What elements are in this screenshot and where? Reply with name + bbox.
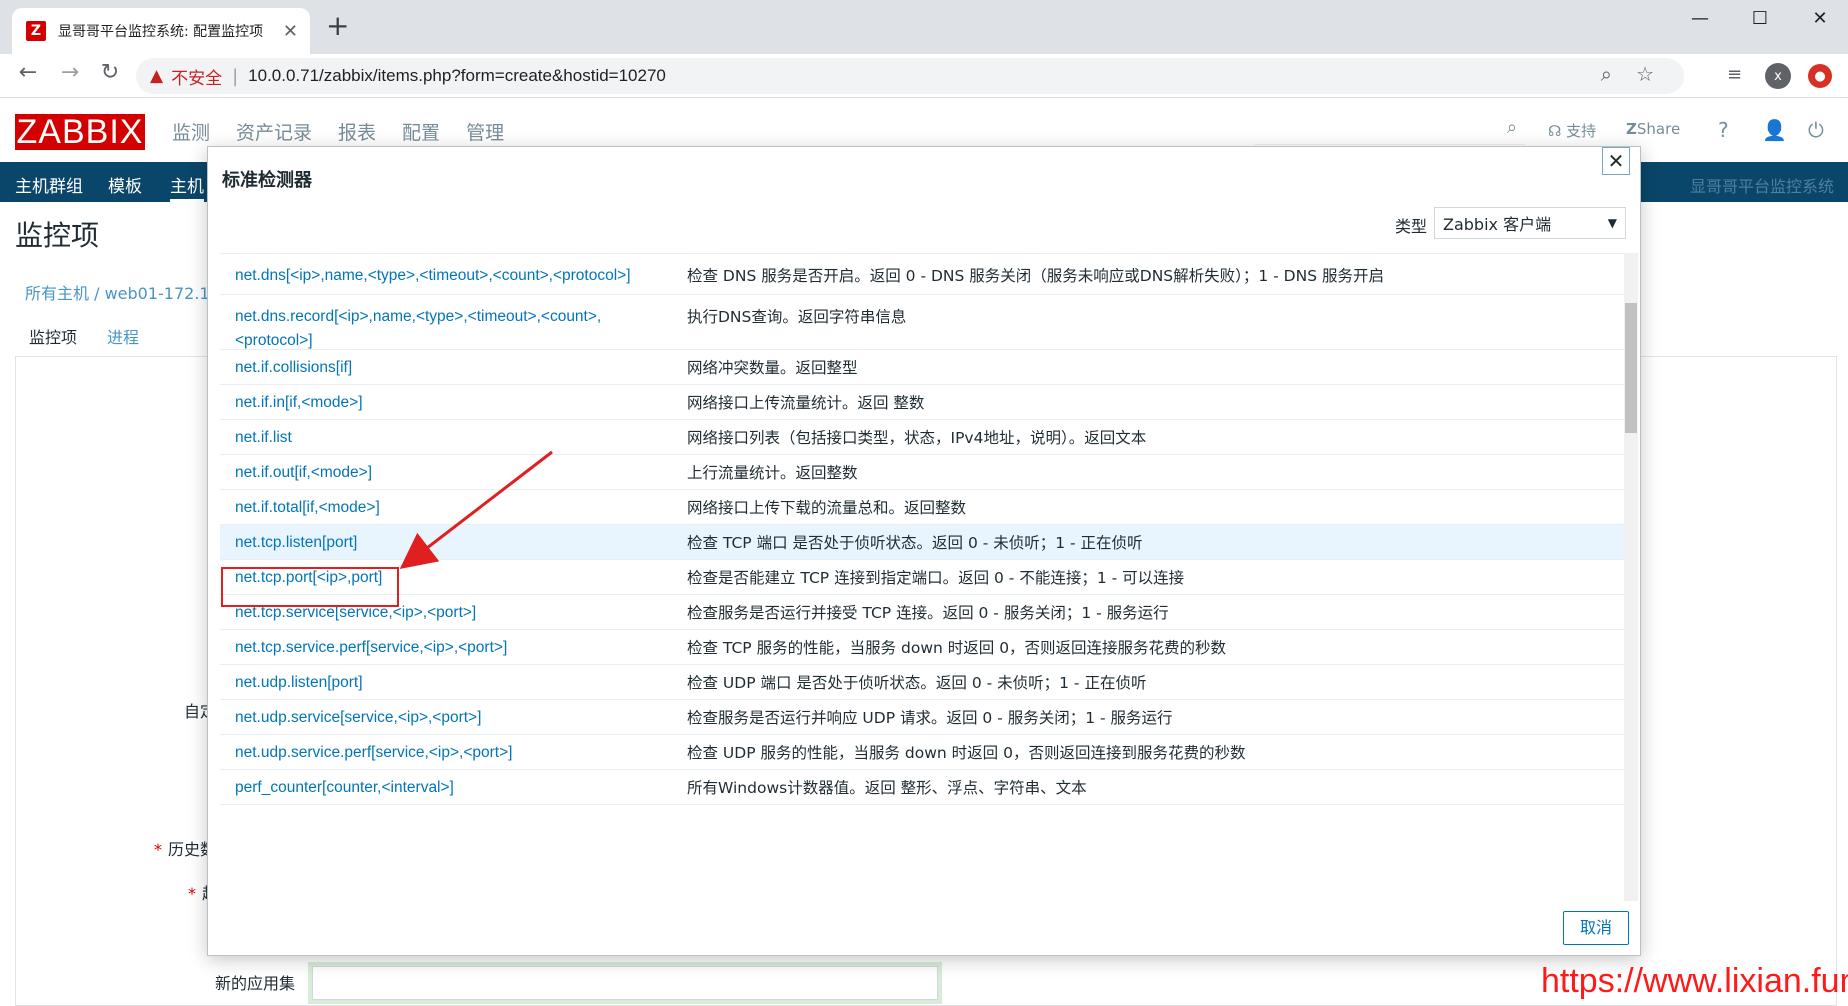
watermark-text: https://www.lixian.fun	[1541, 962, 1848, 1000]
annotation-arrow	[399, 450, 553, 569]
